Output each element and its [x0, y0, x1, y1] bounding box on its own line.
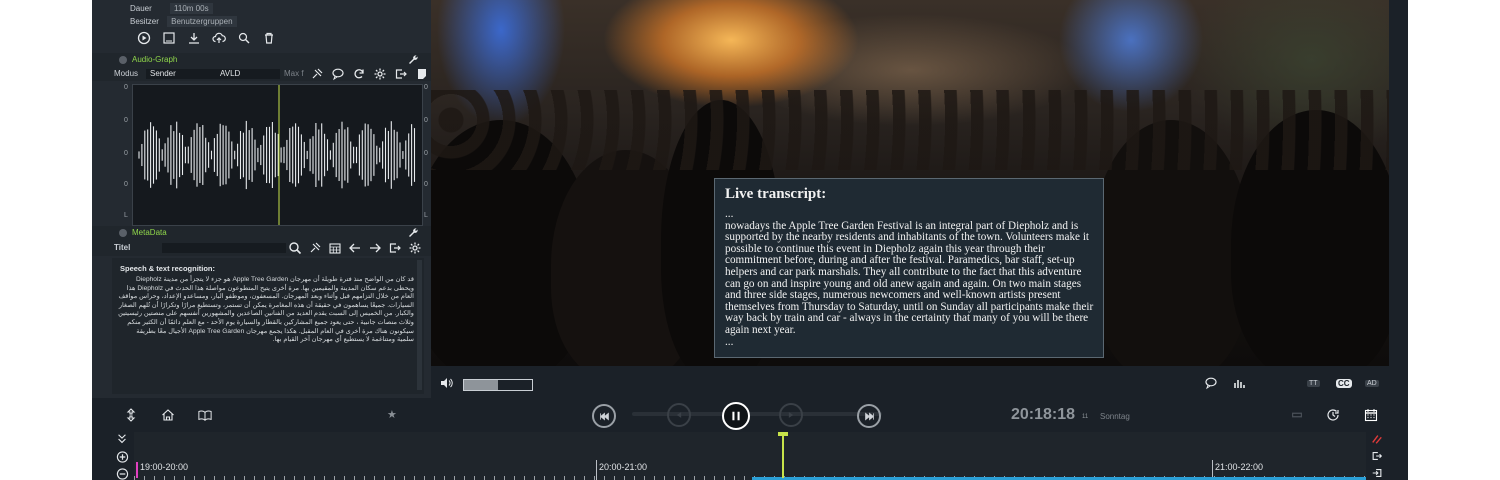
search-icon[interactable]	[288, 241, 302, 255]
channel-select[interactable]: AVLD	[216, 69, 280, 79]
settings-icon[interactable]	[408, 241, 422, 255]
left-panel: Dauer 110m 00s Besitzer Benutzergruppen …	[92, 0, 431, 398]
playhead[interactable]	[782, 434, 784, 478]
play-circle-icon[interactable]	[137, 31, 151, 45]
book-icon[interactable]	[195, 407, 215, 423]
calendar-grid-icon[interactable]	[328, 241, 342, 255]
media-app-window: Dauer 110m 00s Besitzer Benutzergruppen …	[92, 0, 1408, 480]
expand-vertical-icon[interactable]	[123, 407, 139, 423]
search-copy-icon[interactable]	[237, 31, 251, 45]
arrow-left-icon[interactable]	[348, 241, 362, 255]
duration-row: Dauer 110m 00s	[130, 3, 213, 14]
pause-icon	[732, 411, 740, 421]
asset-action-row	[137, 29, 276, 47]
waveform-svg	[138, 85, 416, 225]
timeline-hour-label: 21:00-22:00	[1215, 462, 1264, 472]
wrench-icon[interactable]	[407, 227, 419, 239]
timeline-hour-label: 19:00-20:00	[140, 462, 189, 472]
title-field[interactable]	[162, 243, 286, 253]
playback-toolbar: ★ 20:18:18 11 Sonntag	[92, 398, 1408, 432]
skip-forward-icon	[864, 412, 874, 420]
title-label: Titel	[114, 243, 131, 252]
volume-fill	[464, 380, 498, 390]
max-frequency-label: Max f	[284, 69, 304, 78]
speech-title: Speech & text recognition:	[120, 264, 216, 273]
metadata-toolbar: Titel	[92, 240, 431, 256]
speech-scrollbar[interactable]	[417, 260, 422, 390]
audio-graph-title: Audio-Graph	[132, 55, 178, 64]
video-control-bar: TT CC AD	[431, 366, 1389, 398]
transcript-text: nowadays the Apple Tree Garden Festival …	[725, 219, 1094, 336]
duration-value: 110m 00s	[170, 3, 213, 14]
speech-bubble-icon[interactable]	[1204, 376, 1218, 390]
skip-back-button[interactable]	[592, 404, 616, 428]
owner-row: Besitzer Benutzergruppen	[130, 16, 237, 27]
satellite-icon[interactable]	[308, 241, 322, 255]
video-player[interactable]: Live transcript: ... nowadays the Apple …	[431, 0, 1389, 366]
home-icon[interactable]	[159, 407, 177, 423]
audio-graph-toolbar: Modus Sender AVLD Max f	[92, 67, 431, 81]
timeline-track[interactable]: 19:00-20:00 20:00-21:00 21:00-22:00	[134, 432, 1366, 480]
closed-captions-button[interactable]: CC	[1336, 379, 1352, 388]
settings-icon[interactable]	[373, 67, 387, 81]
step-forward-icon	[788, 412, 794, 418]
audio-description-button[interactable]: AD	[1365, 380, 1379, 387]
skip-back-icon	[599, 412, 609, 420]
playhead-cap[interactable]	[778, 432, 788, 436]
calendar-icon[interactable]	[1360, 405, 1382, 425]
timeline[interactable]: 19:00-20:00 20:00-21:00 21:00-22:00	[92, 432, 1408, 480]
refresh-icon[interactable]	[352, 67, 366, 81]
volume-slider[interactable]	[463, 379, 533, 391]
step-back-icon	[676, 412, 682, 418]
speech-text: قد كان من الواضح منذ فترة طويلة أن مهرجا…	[118, 276, 414, 344]
skip-forward-button[interactable]	[857, 404, 881, 428]
export-icon[interactable]	[1371, 450, 1383, 462]
current-time: 20:18:18	[1011, 406, 1076, 423]
zoom-out-icon[interactable]	[116, 467, 129, 480]
record-marker-icon[interactable]	[1371, 433, 1383, 445]
note-icon[interactable]	[415, 67, 429, 81]
speech-bubble-icon[interactable]	[331, 67, 345, 81]
live-transcript-box: Live transcript: ... nowadays the Apple …	[714, 178, 1104, 358]
owner-value: Benutzergruppen	[167, 16, 237, 27]
metadata-header[interactable]: MetaData	[92, 226, 431, 240]
transcript-title: Live transcript:	[725, 186, 827, 202]
star-icon[interactable]: ★	[387, 408, 397, 421]
crowd-heads	[431, 90, 1389, 170]
clock-history-icon[interactable]	[1323, 406, 1343, 424]
speaker-icon[interactable]	[439, 376, 453, 390]
transcript-body: ... nowadays the Apple Tree Garden Festi…	[725, 208, 1097, 348]
step-forward-button[interactable]	[779, 403, 803, 427]
weekday-label: Sonntag	[1100, 412, 1130, 421]
collapse-dot-icon[interactable]	[119, 229, 127, 237]
mode-select[interactable]: Sender	[146, 69, 218, 79]
collapse-dot-icon[interactable]	[119, 56, 127, 64]
teletext-button[interactable]: TT	[1307, 380, 1320, 387]
cloud-upload-icon[interactable]	[212, 31, 226, 45]
satellite-icon[interactable]	[310, 67, 324, 81]
download-icon[interactable]	[187, 31, 201, 45]
step-back-button[interactable]	[667, 403, 691, 427]
frame-count: 11	[1082, 414, 1089, 420]
pause-button[interactable]	[722, 402, 750, 430]
export-icon[interactable]	[388, 241, 402, 255]
mode-label: Modus	[114, 69, 139, 78]
audio-graph-tools	[310, 65, 429, 83]
audio-bars-icon[interactable]	[1232, 376, 1246, 390]
metadata-title: MetaData	[132, 228, 167, 237]
collapse-tracks-icon[interactable]	[116, 433, 128, 445]
speech-recognition-panel: Speech & text recognition: قد كان من الو…	[112, 258, 424, 394]
export-icon[interactable]	[394, 67, 408, 81]
trash-icon[interactable]	[262, 31, 276, 45]
zoom-in-icon[interactable]	[116, 450, 129, 463]
frame-icon[interactable]	[162, 31, 176, 45]
arrow-right-icon[interactable]	[368, 241, 382, 255]
import-icon[interactable]	[1371, 467, 1383, 479]
timeline-hour-label: 20:00-21:00	[599, 462, 648, 472]
metadata-tools	[288, 239, 422, 257]
audio-waveform[interactable]	[132, 84, 423, 226]
loop-icon[interactable]	[1288, 407, 1306, 423]
